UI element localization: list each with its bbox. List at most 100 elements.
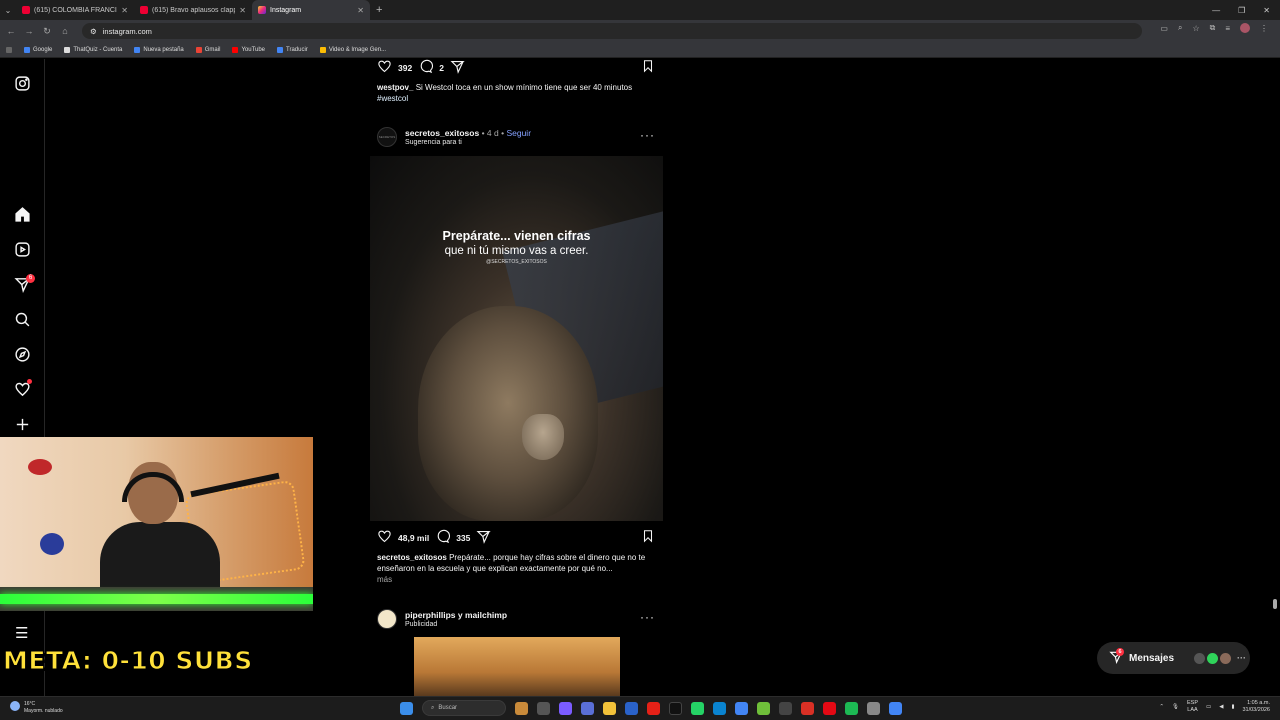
netflix-icon[interactable] (823, 701, 836, 715)
bookmark-item[interactable]: Google (24, 46, 52, 53)
ad-author-username[interactable]: piperphillips y mailchimp (405, 610, 507, 620)
bookmark-item[interactable]: ThatQuiz - Cuenta (64, 46, 122, 53)
youtube-icon[interactable] (647, 701, 660, 715)
more-link[interactable]: más (377, 575, 392, 584)
taskbar-search[interactable]: ⌕ Buscar (422, 700, 506, 716)
weather-widget[interactable]: 16°C Mayorm. nublado (10, 701, 63, 715)
like-heart-icon[interactable] (377, 59, 392, 76)
forward-icon[interactable]: → (24, 26, 34, 36)
copilot-icon[interactable] (559, 701, 572, 715)
minimize-icon[interactable]: — (1212, 6, 1220, 15)
extensions-icon[interactable]: ⧉ (1210, 23, 1216, 33)
comment-icon[interactable] (435, 529, 451, 546)
bookmark-item[interactable]: YouTube (232, 46, 265, 53)
more-options-icon[interactable]: ··· (640, 128, 655, 142)
tab-search-icon[interactable]: ⌄ (0, 0, 16, 20)
volume-icon[interactable]: ◀ (1219, 704, 1223, 710)
obs-icon[interactable] (779, 701, 792, 715)
clock[interactable]: 1:05 a.m. 31/03/2026 (1242, 700, 1270, 714)
tray-chevron-icon[interactable]: ⌃ (1159, 704, 1164, 710)
caption-username[interactable]: secretos_exitosos (377, 553, 447, 562)
follow-button[interactable]: Seguir (506, 128, 531, 138)
app-icon[interactable] (801, 701, 814, 715)
bookmark-star-icon[interactable]: ☆ (1192, 24, 1199, 33)
close-window-icon[interactable]: ✕ (1263, 6, 1270, 15)
new-tab-icon[interactable]: + (376, 4, 382, 16)
search-nav-icon[interactable] (14, 311, 31, 328)
post-header: SECRETOS secretos_exitosos • 4 d • Segui… (377, 126, 659, 152)
site-info-icon[interactable]: ⚙ (90, 27, 97, 36)
minecraft-icon[interactable] (757, 701, 770, 715)
close-tab-icon[interactable]: ✕ (121, 6, 128, 15)
profile-avatar[interactable] (1240, 23, 1250, 33)
ad-author-avatar[interactable] (377, 609, 397, 629)
widget-icon[interactable] (515, 701, 528, 715)
file-explorer-icon[interactable] (603, 701, 616, 715)
bookmark-item[interactable]: Traducir (277, 46, 308, 53)
share-icon[interactable] (450, 59, 465, 76)
home-icon[interactable]: ⌂ (60, 26, 70, 36)
chrome-icon[interactable] (735, 701, 748, 715)
comment-count: 335 (456, 532, 471, 543)
page-scrollbar[interactable] (1272, 59, 1278, 696)
bookmark-item[interactable]: Gmail (195, 46, 220, 53)
explore-nav-icon[interactable] (14, 346, 31, 363)
close-tab-icon[interactable]: ✕ (357, 6, 364, 15)
sponsored-label: Publicidad (405, 621, 438, 628)
browser-tab[interactable]: (615) Bravo aplausos clapping ✕ (134, 0, 252, 20)
zoom-icon[interactable]: ⌕ (1178, 23, 1182, 33)
browser-tab[interactable]: (615) COLOMBIA FRANCIA - Yo ✕ (16, 0, 134, 20)
image-text-line2: que ni tú mismo vas a creer. (444, 245, 589, 257)
share-icon[interactable] (476, 529, 492, 546)
menu-icon[interactable]: ⋮ (1260, 24, 1268, 33)
windows-start-icon[interactable] (400, 701, 413, 715)
browser-tab-active[interactable]: Instagram ✕ (252, 0, 370, 20)
whatsapp-icon[interactable] (691, 701, 704, 715)
address-bar[interactable]: ⚙ instagram.com (82, 23, 1142, 39)
bookmark-item[interactable]: Nueva pestaña (134, 46, 184, 53)
home-nav-icon[interactable] (14, 206, 31, 223)
network-icon[interactable]: ▭ (1206, 704, 1211, 710)
teams-icon[interactable] (581, 701, 594, 715)
microphone-icon[interactable]: 🎙 (1172, 704, 1179, 710)
hashtag-link[interactable]: #westcol (377, 94, 408, 103)
save-bookmark-icon[interactable] (641, 529, 655, 548)
ad-image[interactable] (370, 637, 663, 696)
messages-badge: 6 (1116, 648, 1124, 656)
caption-username[interactable]: westpov_ (377, 83, 413, 92)
spotify-icon[interactable] (845, 701, 858, 715)
apps-icon[interactable] (6, 46, 12, 53)
toolbar-icons: ▭ ⌕ ☆ ⧉ ≡ ⋮ (1160, 23, 1268, 33)
tab-groups-icon[interactable]: ≡ (1225, 24, 1230, 33)
more-options-icon[interactable]: ··· (640, 610, 655, 624)
more-menu-icon[interactable]: ☰ (15, 624, 28, 642)
close-tab-icon[interactable]: ✕ (239, 6, 246, 15)
like-heart-icon[interactable] (377, 529, 392, 546)
message-avatars (1194, 652, 1232, 664)
back-icon[interactable]: ← (6, 26, 16, 36)
post-image[interactable]: Prepárate... vienen cifras que ni tú mis… (370, 156, 663, 521)
comment-icon[interactable] (418, 59, 434, 76)
messages-button[interactable]: 6 Mensajes ··· (1097, 642, 1250, 674)
store-icon[interactable] (625, 701, 638, 715)
chrome-icon[interactable] (889, 701, 902, 715)
app-icon[interactable] (867, 701, 880, 715)
edge-icon[interactable] (713, 701, 726, 715)
scroll-thumb[interactable] (1273, 599, 1277, 609)
create-plus-icon[interactable] (14, 416, 31, 433)
bookmark-item[interactable]: Video & Image Gen... (319, 46, 386, 53)
battery-icon[interactable]: ▮ (1231, 704, 1234, 710)
task-view-icon[interactable] (537, 701, 550, 715)
save-bookmark-icon[interactable] (641, 59, 655, 78)
reload-icon[interactable]: ↻ (42, 26, 52, 37)
cast-icon[interactable]: ▭ (1160, 24, 1168, 33)
author-username[interactable]: secretos_exitosos (405, 128, 479, 138)
restore-icon[interactable]: ❐ (1238, 6, 1245, 15)
author-avatar[interactable]: SECRETOS (377, 127, 397, 147)
language-indicator[interactable]: ESP LAA (1187, 700, 1198, 714)
tab-title: (615) COLOMBIA FRANCIA - Yo (34, 6, 117, 14)
window-controls: — ❐ ✕ (1212, 0, 1280, 20)
tiktok-icon[interactable] (669, 701, 682, 715)
reels-nav-icon[interactable] (14, 241, 31, 258)
instagram-logo-icon[interactable] (14, 75, 31, 92)
